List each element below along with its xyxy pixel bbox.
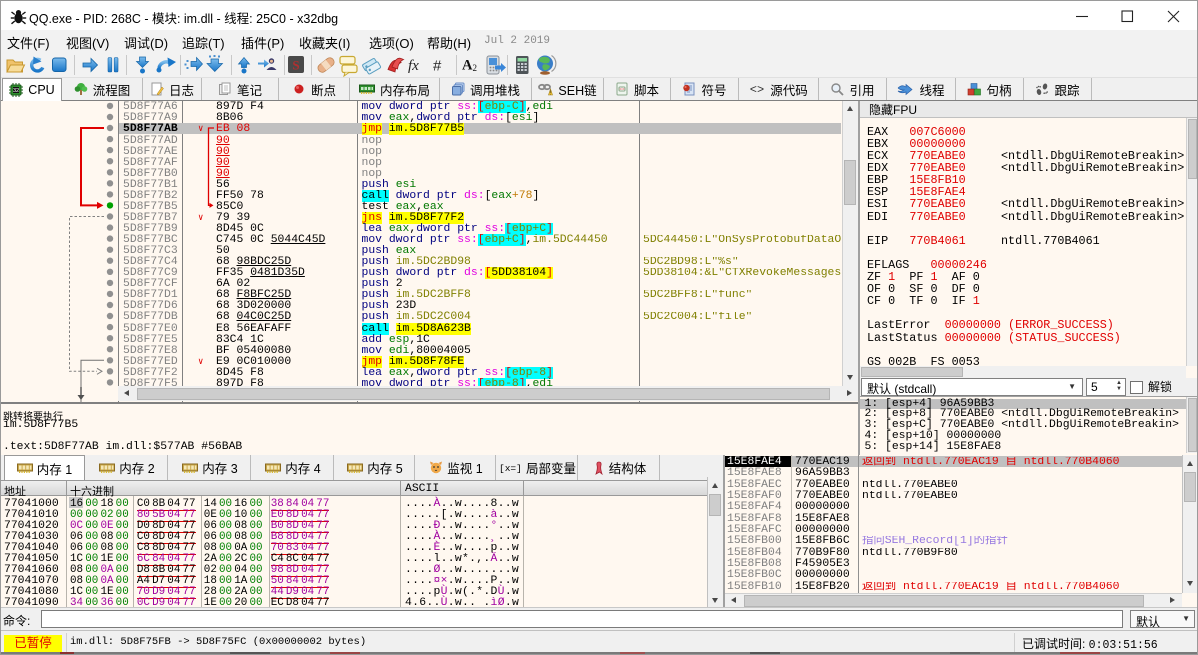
- svg-text:S: S: [292, 58, 299, 73]
- svg-text:<>: <>: [619, 87, 625, 92]
- svg-text:!: !: [550, 90, 551, 96]
- svg-text:#: #: [433, 58, 442, 75]
- svg-text:2: 2: [473, 63, 478, 73]
- svg-text:[x=]: [x=]: [499, 463, 522, 473]
- svg-text:fx: fx: [408, 58, 419, 74]
- svg-text:32: 32: [13, 88, 19, 94]
- svg-text:A: A: [462, 58, 473, 74]
- svg-text:<>: <>: [750, 83, 764, 95]
